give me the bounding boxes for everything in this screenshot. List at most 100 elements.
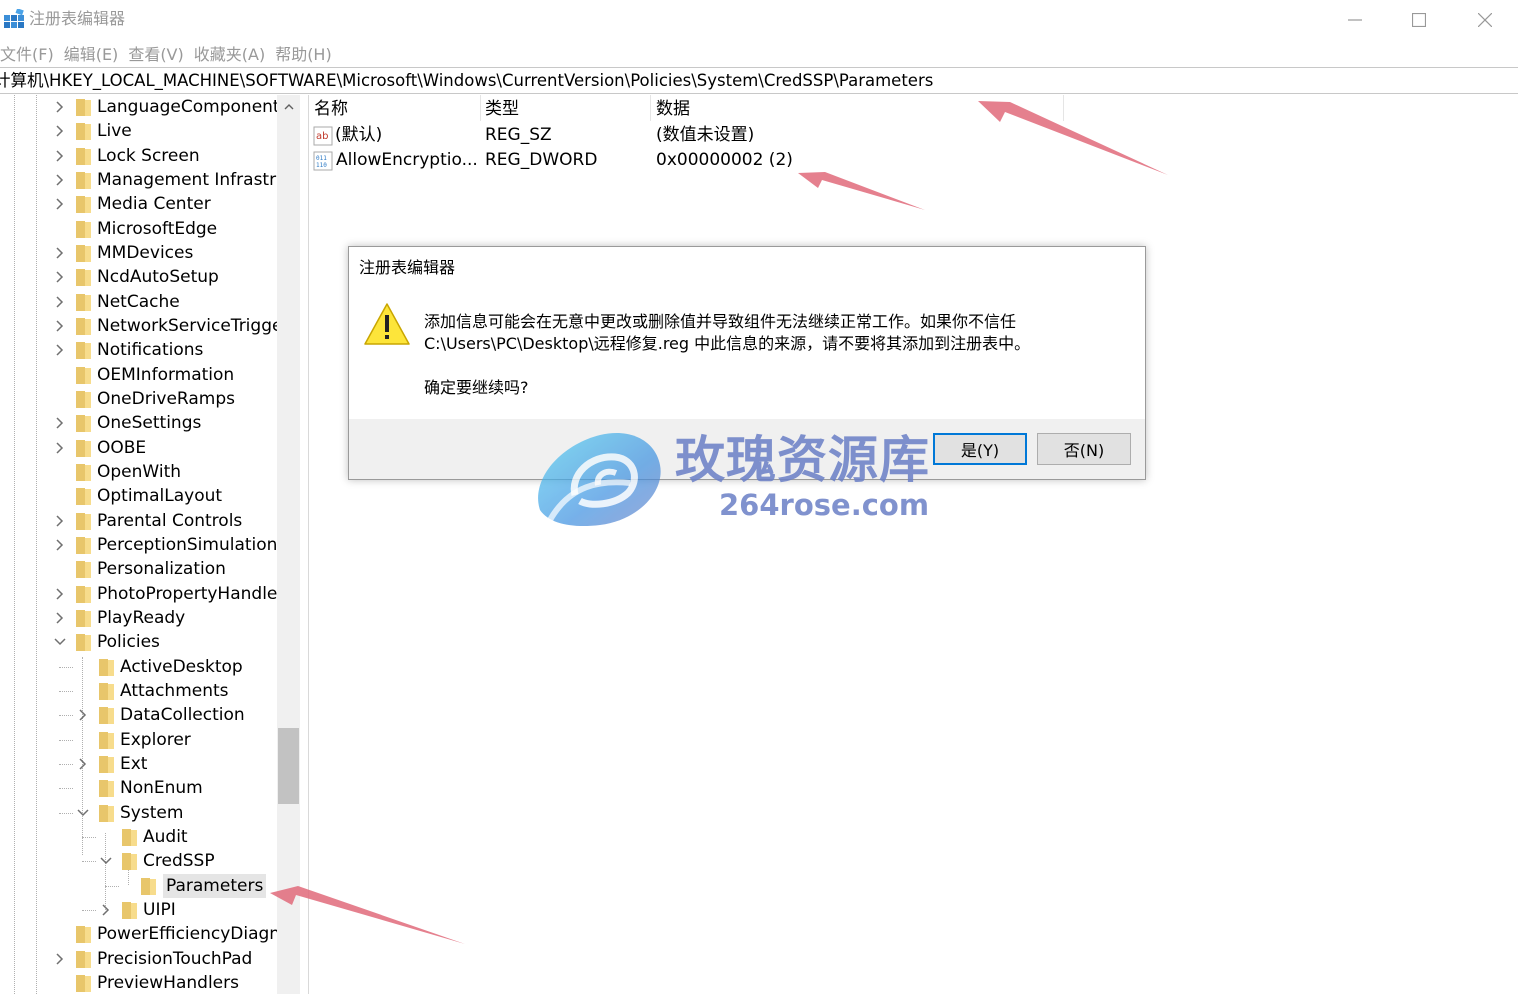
tree-node[interactable]: Attachments: [0, 679, 277, 703]
column-name-header[interactable]: 名称: [314, 98, 348, 120]
watermark-url: 264rose.com: [719, 488, 930, 522]
title-bar: 注册表编辑器: [0, 0, 1518, 40]
tree-node[interactable]: NonEnum: [0, 776, 277, 800]
tree-node[interactable]: OpenWith: [0, 460, 277, 484]
chevron-right-icon[interactable]: [53, 197, 67, 211]
chevron-right-icon[interactable]: [53, 100, 67, 114]
column-separator[interactable]: [480, 95, 481, 121]
maximize-button[interactable]: [1386, 0, 1452, 40]
tree-node[interactable]: Ext: [0, 752, 277, 776]
tree-node[interactable]: MicrosoftEdge: [0, 217, 277, 241]
tree-node[interactable]: Notifications: [0, 338, 277, 362]
tree-node[interactable]: PhotoPropertyHandler: [0, 582, 284, 606]
folder-icon: [76, 366, 91, 384]
tree-node[interactable]: PowerEfficiencyDiagnostics: [0, 922, 300, 946]
column-data-header[interactable]: 数据: [656, 98, 690, 120]
tree-node[interactable]: LanguageComponents: [0, 95, 288, 119]
tree-node[interactable]: Explorer: [0, 728, 277, 752]
tree-node[interactable]: Media Center: [0, 192, 277, 216]
column-separator[interactable]: [1063, 95, 1064, 121]
registry-tree: LanguageComponents Live Lock Screen Managem…: [0, 95, 300, 994]
tree-node[interactable]: Personalization: [0, 557, 277, 581]
folder-icon: [141, 877, 156, 895]
tree-node[interactable]: Audit: [0, 825, 277, 849]
tree-node[interactable]: OptimalLayout: [0, 484, 277, 508]
chevron-right-icon[interactable]: [76, 708, 90, 722]
chevron-right-icon[interactable]: [76, 757, 90, 771]
tree-node[interactable]: PrecisionTouchPad: [0, 947, 277, 971]
no-button[interactable]: 否(N): [1037, 433, 1131, 465]
tree-node[interactable]: OOBE: [0, 436, 277, 460]
tree-node[interactable]: NcdAutoSetup: [0, 265, 277, 289]
menu-view[interactable]: 查看(V): [128, 41, 183, 65]
address-bar[interactable]: 计算机\HKEY_LOCAL_MACHINE\SOFTWARE\Microsof…: [0, 67, 1518, 94]
tree-node[interactable]: System: [0, 801, 277, 825]
chevron-right-icon[interactable]: [99, 903, 113, 917]
tree-node[interactable]: MMDevices: [0, 241, 277, 265]
tree-node-label: PrecisionTouchPad: [97, 948, 253, 969]
chevron-right-icon[interactable]: [53, 538, 67, 552]
chevron-right-icon[interactable]: [53, 343, 67, 357]
tree-node[interactable]: DataCollection: [0, 703, 277, 727]
value-row[interactable]: 011 110 AllowEncryptio... REG_DWORD 0x00…: [310, 148, 910, 172]
folder-icon: [76, 244, 91, 262]
close-button[interactable]: [1452, 0, 1518, 40]
tree-node[interactable]: OneDriveRamps: [0, 387, 277, 411]
tree-node[interactable]: Policies: [0, 630, 277, 654]
tree-node[interactable]: ActiveDesktop: [0, 655, 277, 679]
chevron-right-icon[interactable]: [53, 441, 67, 455]
column-separator[interactable]: [650, 95, 651, 121]
scroll-up-arrow-icon[interactable]: [282, 100, 296, 114]
value-name: AllowEncryptio...: [336, 150, 478, 170]
folder-icon: [76, 171, 91, 189]
chevron-down-icon[interactable]: [53, 635, 67, 649]
folder-icon: [76, 609, 91, 627]
tree-node[interactable]: Management Infrastructure: [0, 168, 300, 192]
column-type-header[interactable]: 类型: [485, 98, 519, 120]
pane-splitter[interactable]: [300, 95, 309, 994]
tree-node[interactable]: Parameters: [0, 873, 277, 898]
tree-node-label: Ext: [120, 753, 148, 774]
warning-icon: [364, 303, 410, 345]
tree-node[interactable]: PlayReady: [0, 606, 277, 630]
minimize-button[interactable]: [1322, 0, 1388, 40]
value-name: (默认): [335, 125, 383, 145]
tree-node[interactable]: PerceptionSimulationExtensions: [0, 533, 300, 557]
tree-node-label: CredSSP: [143, 851, 215, 872]
tree-node[interactable]: OEMInformation: [0, 363, 277, 387]
folder-icon: [76, 317, 91, 335]
chevron-right-icon[interactable]: [53, 173, 67, 187]
tree-node[interactable]: NetCache: [0, 290, 277, 314]
tree-node[interactable]: NetworkServiceTriggers: [0, 314, 298, 338]
chevron-right-icon[interactable]: [53, 952, 67, 966]
chevron-right-icon[interactable]: [53, 149, 67, 163]
tree-node[interactable]: OneSettings: [0, 411, 277, 435]
tree-node[interactable]: Parental Controls: [0, 509, 277, 533]
chevron-right-icon[interactable]: [53, 514, 67, 528]
menu-file[interactable]: 文件(F): [0, 41, 54, 65]
value-row[interactable]: ab (默认) REG_SZ (数值未设置): [310, 123, 910, 147]
chevron-right-icon[interactable]: [53, 270, 67, 284]
chevron-down-icon[interactable]: [76, 806, 90, 820]
tree-scrollbar-thumb[interactable]: [278, 728, 299, 804]
folder-icon: [76, 390, 91, 408]
chevron-right-icon[interactable]: [53, 611, 67, 625]
chevron-right-icon[interactable]: [53, 587, 67, 601]
chevron-right-icon[interactable]: [53, 124, 67, 138]
tree-scrollbar[interactable]: [277, 95, 300, 994]
string-value-icon: ab: [313, 126, 333, 146]
chevron-right-icon[interactable]: [53, 246, 67, 260]
tree-node[interactable]: Lock Screen: [0, 144, 277, 168]
tree-node[interactable]: CredSSP: [0, 849, 277, 873]
folder-icon: [76, 342, 91, 360]
tree-node[interactable]: Live: [0, 119, 277, 143]
menu-favorites[interactable]: 收藏夹(A): [194, 41, 265, 65]
chevron-down-icon[interactable]: [99, 854, 113, 868]
chevron-right-icon[interactable]: [53, 295, 67, 309]
menu-help[interactable]: 帮助(H): [275, 41, 332, 65]
menu-edit[interactable]: 编辑(E): [64, 41, 119, 65]
chevron-right-icon[interactable]: [53, 319, 67, 333]
tree-node[interactable]: UIPI: [0, 898, 277, 922]
tree-node[interactable]: PreviewHandlers: [0, 971, 277, 994]
chevron-right-icon[interactable]: [53, 416, 67, 430]
